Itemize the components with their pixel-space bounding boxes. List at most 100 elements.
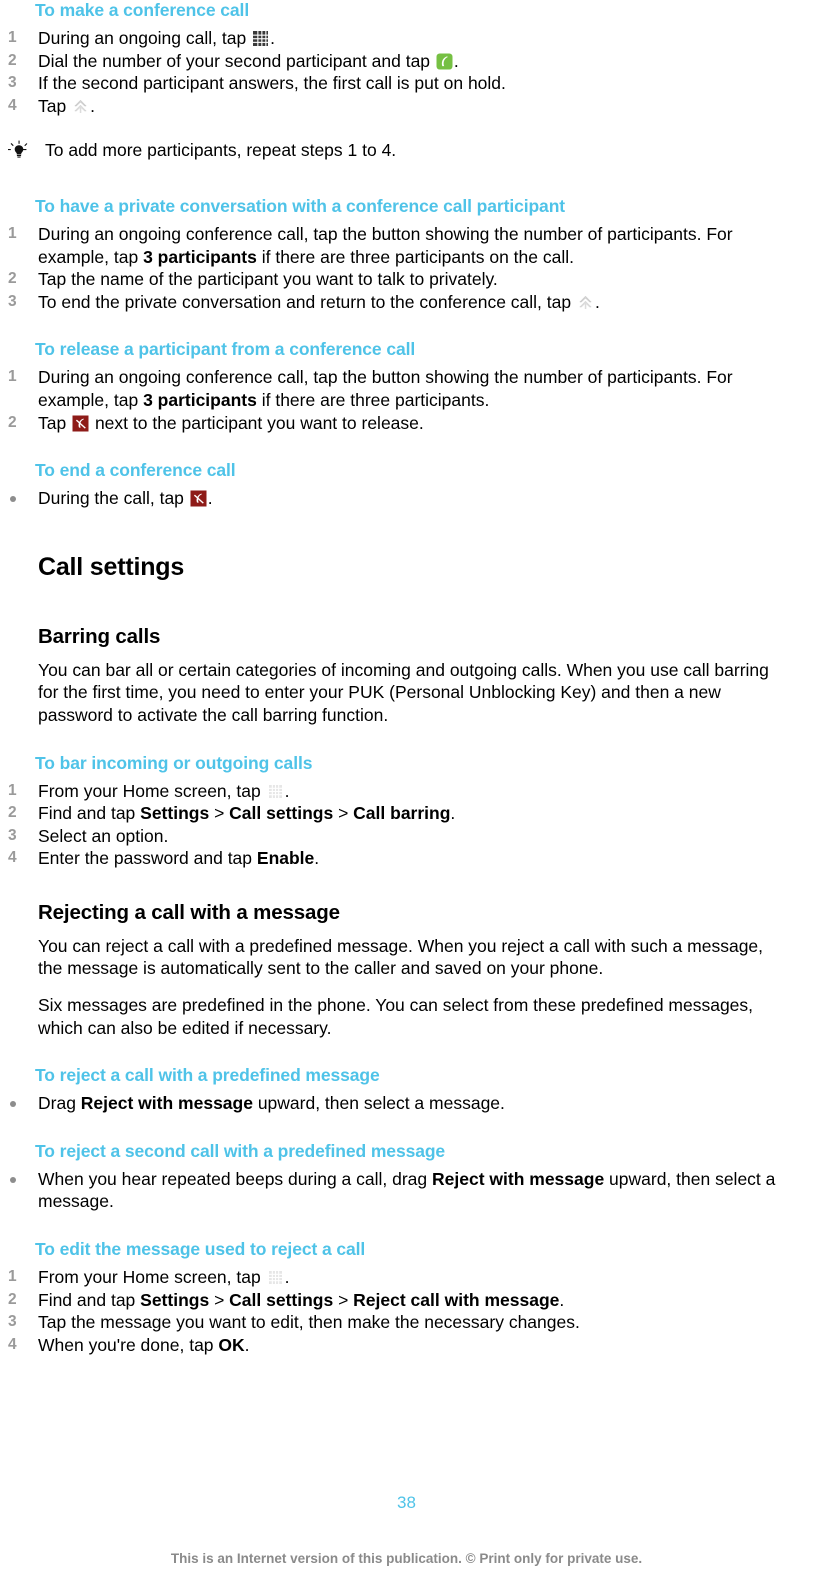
end-call-red-icon [190,490,207,507]
list-item: 3 If the second participant answers, the… [0,72,799,95]
merge-call-icon [577,294,594,311]
list-item: 1 During an ongoing conference call, tap… [0,223,799,268]
step-text-end: if there are three participants on the c… [256,246,574,267]
menu-path-reject-call-with-message: Reject call with message [353,1289,560,1310]
ui-label-reject-with-message: Reject with message [80,1093,253,1114]
paragraph-barring-calls: You can bar all or certain categories of… [38,659,769,725]
list-item: 1 During an ongoing conference call, tap… [0,366,799,411]
step-number: 3 [8,826,17,844]
bullet-dot-icon [10,1101,16,1108]
step-text-end: . [270,28,275,48]
step-text: Find and tap [38,1289,141,1310]
keypad-icon [252,30,269,47]
steps-private-conversation: 1 During an ongoing conference call, tap… [0,223,799,313]
bullet-text-end: . [207,488,213,509]
section-heading-reject-second-call: To reject a second call with a predefine… [35,1140,446,1161]
step-text-end: . [559,1289,565,1310]
list-item: 2 Dial the number of your second partici… [0,50,799,73]
bullet-text: During the call, tap [38,488,189,509]
step-text-end: . [284,780,290,801]
step-text-end: . [314,848,320,869]
list-item: 4 Enter the password and tap Enable. [0,847,799,870]
paragraph-rejecting-1: You can reject a call with a predefined … [38,935,764,979]
step-text: Find and tap [38,803,141,824]
bullets-reject-predefined: Drag Reject with message upward, then se… [0,1092,799,1115]
step-text: Tap the message you want to edit, then m… [38,1312,580,1333]
step-number: 3 [8,292,17,310]
button-label-enable: Enable [256,848,315,869]
step-text-end: . [594,291,600,312]
step-number: 2 [8,804,17,822]
menu-path-call-settings: Call settings [229,803,334,824]
step-text: Select an option. [38,825,169,846]
step-text: Tap [38,412,72,433]
bullets-end-conference-call: During the call, tap . [0,487,799,510]
list-item: 2 Tap next to the participant you want t… [0,412,799,435]
list-item: 1 From your Home screen, tap . [0,1266,799,1289]
section-heading-make-conference-call: To make a conference call [35,0,250,20]
step-text-end: . [244,1334,250,1355]
step-number: 2 [8,270,17,288]
menu-separator: > [209,1289,230,1310]
step-text-end: . [453,50,459,71]
step-number: 4 [8,849,17,867]
menu-separator: > [209,803,230,824]
app-drawer-icon [267,783,284,800]
bullet-text: Drag [38,1093,81,1114]
end-call-red-icon [72,415,89,432]
list-item: 4 Tap . [0,95,799,118]
menu-path-call-settings: Call settings [229,1289,334,1310]
page-number: 38 [397,1493,416,1512]
app-drawer-icon [267,1269,284,1286]
steps-release-participant: 1 During an ongoing conference call, tap… [0,366,799,434]
section-heading-reject-predefined: To reject a call with a predefined messa… [35,1065,380,1086]
list-item: 1 From your Home screen, tap . [0,780,799,803]
section-title-barring-calls: Barring calls [38,624,161,648]
step-text: During an ongoing call, tap [38,28,252,48]
menu-path-call-barring: Call barring [353,803,451,824]
section-heading-edit-reject-message: To edit the message used to reject a cal… [35,1239,366,1260]
list-item: 3 Tap the message you want to edit, then… [0,1311,799,1334]
lightbulb-icon [7,140,30,162]
menu-separator: > [333,803,354,824]
step-text-end: . [284,1267,290,1288]
list-item: 2 Tap the name of the participant you wa… [0,268,799,291]
section-heading-end-conference-call: To end a conference call [35,460,236,481]
step-text-end: if there are three participants. [256,389,490,410]
list-item: 3 Select an option. [0,825,799,848]
step-text: Tap [38,95,72,116]
ui-label-participants: 3 participants [143,246,257,267]
section-heading-bar-calls: To bar incoming or outgoing calls [35,752,313,773]
bullet-text-end: upward, then select a message. [252,1093,505,1114]
list-item: 4 When you're done, tap OK. [0,1334,799,1357]
step-number: 2 [8,51,17,69]
step-number: 2 [8,413,17,431]
step-text-end: . [90,95,95,116]
manual-page: To make a conference call 1 During an on… [0,0,813,1590]
section-title-rejecting-with-message: Rejecting a call with a message [38,900,340,924]
step-number: 3 [8,1313,17,1331]
bullets-reject-second-call: When you hear repeated beeps during a ca… [0,1168,799,1213]
step-text: Enter the password and tap [38,848,257,869]
merge-call-icon [72,98,89,115]
ui-label-reject-with-message: Reject with message [432,1168,605,1189]
step-text: When you're done, tap [38,1334,219,1355]
step-number: 1 [8,224,17,242]
call-green-icon [436,53,453,70]
step-number: 1 [8,368,17,386]
bullet-text: When you hear repeated beeps during a ca… [38,1168,433,1189]
bullet-dot-icon [10,496,16,503]
list-item: 1 During an ongoing call, tap . [0,27,799,50]
step-text: From your Home screen, tap [38,780,266,801]
ui-label-participants: 3 participants [143,389,257,410]
steps-make-conference-call: 1 During an ongoing call, tap . 2 Dial t… [0,27,799,117]
tip-text: To add more participants, repeat steps 1… [45,140,397,161]
step-number: 4 [8,1335,17,1353]
step-text: Dial the number of your second participa… [38,50,435,71]
step-number: 1 [8,29,17,46]
list-item: Drag Reject with message upward, then se… [0,1092,799,1115]
footer-copyright-note: This is an Internet version of this publ… [170,1551,643,1566]
step-number: 2 [8,1290,17,1308]
list-item: During the call, tap . [0,487,799,510]
step-text: If the second participant answers, the f… [38,73,506,94]
